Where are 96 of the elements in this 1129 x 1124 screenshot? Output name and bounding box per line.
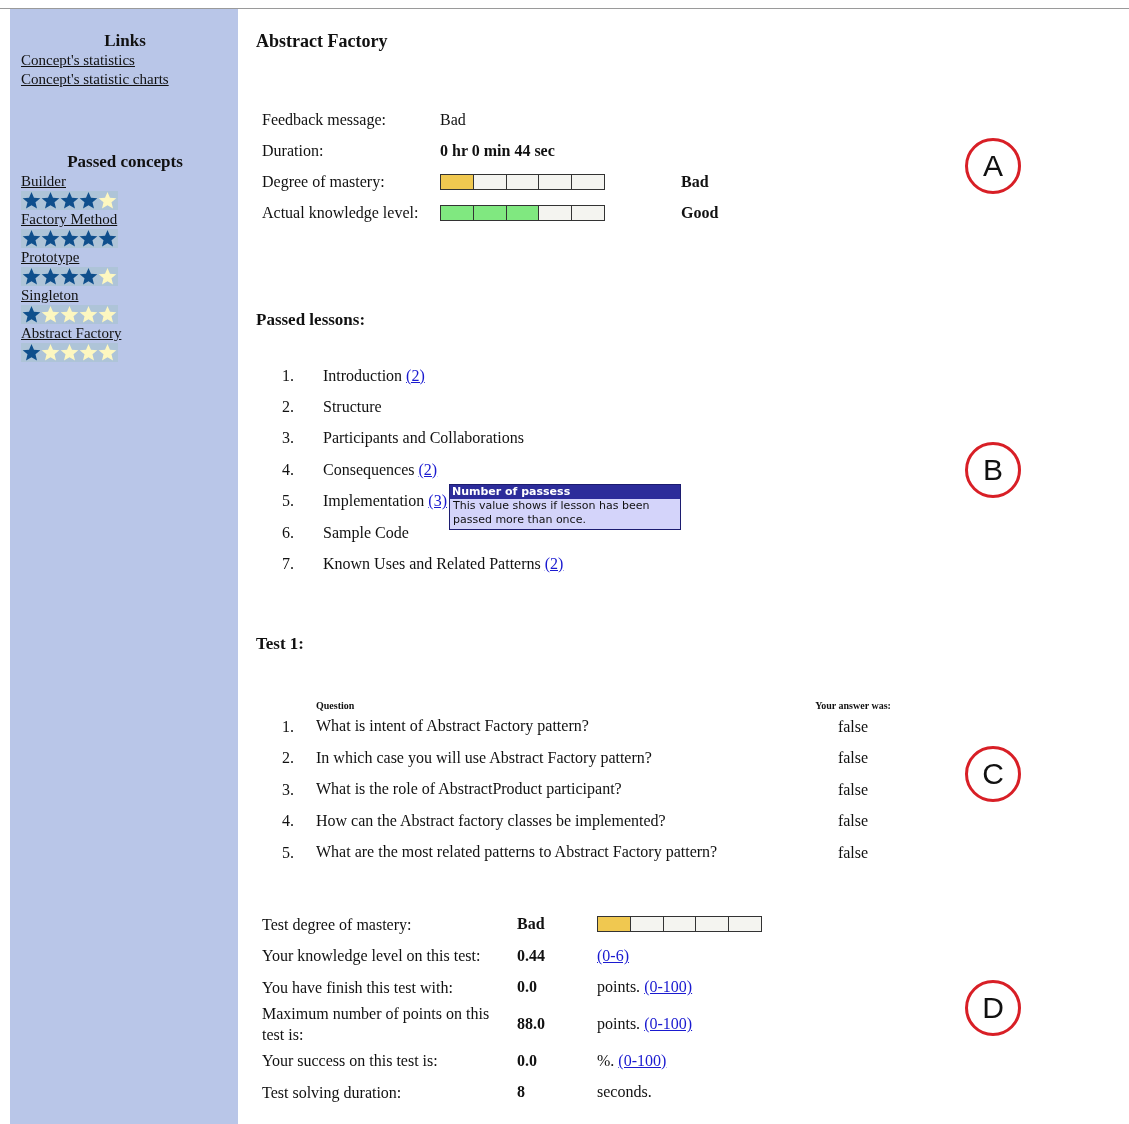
question-text: What is intent of Abstract Factory pattern? [316, 716, 590, 737]
annotation-marker: D [965, 980, 1021, 1037]
links-heading: Links [104, 31, 146, 51]
sidebar-link[interactable]: Concept's statistics [21, 51, 135, 70]
field-value: 88.0 [517, 1015, 546, 1034]
section-heading: Passed lessons: [256, 310, 367, 330]
question-text: What are the most related patterns to Abstract Factory pattern? [316, 842, 719, 863]
field-label: You have finish this test with: [262, 978, 454, 998]
list-number: 4. [281, 812, 295, 831]
filled-star-icon [41, 191, 60, 210]
filled-star-icon [60, 191, 79, 210]
field-value: Bad [440, 110, 466, 129]
filled-star-icon [22, 305, 41, 324]
list-number: 2. [281, 749, 295, 768]
annotation-marker: C [965, 746, 1021, 803]
unit-label: seconds. [597, 1083, 652, 1101]
concept-link[interactable]: Abstract Factory [21, 324, 122, 343]
field-value: 0.0 [517, 978, 538, 997]
filled-star-icon [22, 229, 41, 248]
rating-value: Good [681, 203, 720, 222]
range-link[interactable]: (0-6) [597, 947, 629, 964]
lesson-title: Consequences [323, 460, 415, 478]
annotation-marker: A [965, 138, 1021, 194]
unit-label: points. [597, 978, 641, 996]
passes-link[interactable]: (2) [544, 555, 564, 573]
unit-label: points. [597, 1015, 641, 1033]
answer-value: false [836, 781, 870, 799]
field-value: 0 hr 0 min 44 sec [440, 141, 555, 160]
lesson-title: Structure [323, 398, 382, 416]
range-link[interactable]: (0-100) [644, 1015, 693, 1033]
field-label: Your knowledge level on this test: [262, 946, 482, 967]
field-label: Maximum number of points on this test is: [262, 1004, 491, 1046]
answer-value: false [836, 812, 870, 831]
section-heading: Test 1: [256, 633, 305, 654]
field-label: Degree of mastery: [262, 172, 386, 191]
page-title: Abstract Factory [256, 30, 389, 52]
filled-star-icon [98, 229, 117, 248]
concept-link[interactable]: Singleton [21, 286, 79, 305]
range-link[interactable]: (0-100) [618, 1052, 667, 1069]
field-value: 8 [517, 1083, 526, 1102]
field-label: Actual knowledge level: [262, 203, 420, 222]
filled-star-icon [79, 229, 98, 248]
field-value: 0.44 [517, 947, 546, 965]
list-number: 7. [281, 555, 295, 574]
field-label: Feedback message: [262, 110, 387, 129]
lesson-title: Sample Code [323, 523, 409, 541]
filled-star-icon [22, 267, 41, 286]
list-number: 5. [281, 492, 295, 511]
field-value: 0.0 [517, 1052, 538, 1070]
lesson-title: Introduction [323, 366, 403, 384]
filled-star-icon [41, 229, 60, 248]
filled-star-icon [22, 191, 41, 210]
list-number: 1. [281, 718, 295, 736]
list-number: 5. [281, 844, 295, 862]
rating-value: Bad [681, 172, 710, 191]
field-label: Test degree of mastery: [262, 915, 413, 935]
sidebar-link[interactable]: Concept's statistic charts [21, 70, 169, 89]
range-link[interactable]: (0-100) [644, 978, 693, 996]
list-number: 4. [281, 460, 295, 479]
passes-link[interactable]: (3) [428, 492, 447, 510]
passes-link[interactable]: (2) [418, 460, 438, 478]
lesson-title: Known Uses and Related Patterns [323, 555, 541, 573]
list-number: 6. [281, 523, 295, 542]
answer-value: false [836, 749, 870, 768]
question-text: In which case you will use Abstract Factory pattern? [316, 748, 653, 769]
filled-star-icon [60, 267, 79, 286]
lesson-title: Implementation [323, 492, 425, 510]
filled-star-icon [60, 229, 79, 248]
concept-link[interactable]: Factory Method [21, 210, 118, 229]
filled-star-icon [41, 267, 60, 286]
filled-star-icon [79, 191, 98, 210]
list-number: 3. [281, 429, 295, 448]
question-text: How can the Abstract factory classes be implemented? [316, 811, 667, 832]
lesson-title: Participants and Collaborations [323, 429, 524, 447]
column-header: Question [316, 700, 356, 712]
field-label: Your success on this test is: [262, 1051, 439, 1072]
list-number: 2. [281, 398, 295, 417]
tooltip-title: Number of passess [449, 485, 680, 500]
unit-label: %. [597, 1052, 615, 1069]
concept-link[interactable]: Builder [21, 172, 66, 191]
tooltip-text: This value shows if lesson has been passed more than once. [451, 499, 651, 529]
question-text: What is the role of AbstractProduct participant? [316, 779, 623, 800]
filled-star-icon [79, 267, 98, 286]
passes-link[interactable]: (2) [406, 366, 425, 384]
column-header: Your answer was: [814, 700, 892, 712]
concept-link[interactable]: Prototype [21, 248, 80, 267]
field-label: Duration: [262, 141, 325, 160]
annotation-marker: B [965, 441, 1021, 498]
list-number: 3. [281, 781, 295, 799]
answer-value: false [836, 718, 870, 736]
answer-value: false [836, 844, 870, 862]
field-value: Bad [517, 915, 546, 934]
filled-star-icon [22, 343, 41, 362]
section-heading: Passed concepts [67, 152, 183, 172]
field-label: Test solving duration: [262, 1083, 403, 1103]
list-number: 1. [281, 366, 295, 385]
